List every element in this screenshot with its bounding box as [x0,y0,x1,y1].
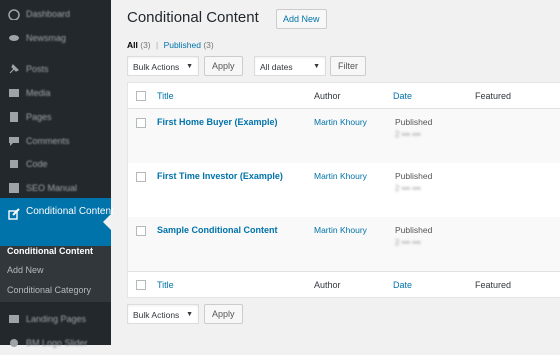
sidebar-item-label: Landing Pages [26,314,87,324]
admin-sidebar: Dashboard Newsmag Posts Media Pages Comm… [0,0,114,348]
sidebar-item-label: Conditional Content [26,206,114,217]
sidebar-item-bm-logo-slider[interactable]: BM Logo Slider [0,331,111,355]
sidebar-item-label: Media [26,88,51,98]
column-title[interactable]: Title [157,91,174,101]
sidebar-item-landing-pages[interactable]: Landing Pages [0,307,111,331]
row-author-link[interactable]: Martin Khoury [314,225,367,235]
apply-button-bottom[interactable]: Apply [204,304,243,324]
view-all-link[interactable]: All (3) [127,40,151,50]
seo-icon [7,182,21,194]
newsmag-icon [7,32,21,44]
bulk-actions-value: Bulk Actions [133,310,180,320]
submenu-conditional-category[interactable]: Conditional Category [7,285,91,295]
column-author-footer: Author [314,280,341,290]
sidebar-item-comments[interactable]: Comments [0,129,111,153]
row-title-link[interactable]: Sample Conditional Content [157,225,278,235]
sidebar-item-posts[interactable]: Posts [0,57,111,81]
table-row: Sample Conditional Content Martin Khoury… [128,217,560,271]
select-all-checkbox-footer[interactable] [136,280,146,290]
row-date: 2 ••• ••• [395,238,421,247]
table-row: First Home Buyer (Example) Martin Khoury… [128,109,560,163]
column-date-footer[interactable]: Date [393,280,412,290]
sidebar-item-label: BM Logo Slider [26,338,88,348]
sidebar-item-conditional-content[interactable]: Conditional Content [0,198,114,246]
row-status: Published [395,117,433,127]
row-author-link[interactable]: Martin Khoury [314,171,367,181]
row-checkbox[interactable] [136,118,146,128]
sidebar-item-label: Comments [26,136,70,146]
bulk-actions-select[interactable]: Bulk Actions ▼ [127,56,199,76]
select-all-checkbox[interactable] [136,91,146,101]
pages-icon [7,111,21,123]
row-author-link[interactable]: Martin Khoury [314,117,367,127]
sidebar-item-label: SEO Manual [26,183,78,193]
view-published-link[interactable]: Published (3) [164,40,214,50]
slider-icon [7,337,21,349]
sidebar-item-seo-manual[interactable]: SEO Manual [0,176,111,200]
view-separator: | [156,40,159,50]
row-status: Published [395,171,433,181]
table-header: Title Author Date Featured [128,83,560,109]
chevron-down-icon: ▼ [313,63,320,70]
apply-button[interactable]: Apply [204,56,243,76]
active-indicator-arrow [103,214,111,230]
row-title-link[interactable]: First Time Investor (Example) [157,171,283,181]
column-author: Author [314,91,341,101]
add-new-button[interactable]: Add New [276,9,327,29]
sidebar-item-pages[interactable]: Pages [0,105,111,129]
sidebar-item-label: Pages [26,112,52,122]
bulk-actions-value: Bulk Actions [133,62,180,72]
table-footer: Title Author Date Featured [128,271,560,298]
column-title-footer[interactable]: Title [157,280,174,290]
row-title-link[interactable]: First Home Buyer (Example) [157,117,278,127]
submenu-add-new[interactable]: Add New [7,265,44,275]
edit-icon [7,208,21,220]
posts-table: Title Author Date Featured First Home Bu… [127,82,560,298]
row-status: Published [395,225,433,235]
sidebar-item-newsmag[interactable]: Newsmag [0,26,111,50]
sidebar-submenu: Conditional Content Add New Conditional … [0,246,111,302]
sidebar-item-label: Dashboard [26,9,71,19]
pin-icon [7,63,21,75]
row-date: 2 ••• ••• [395,184,421,193]
sidebar-item-code[interactable]: Code [0,152,111,176]
code-icon [7,158,21,170]
chevron-down-icon: ▼ [186,63,193,70]
comments-icon [7,135,21,147]
row-date: 2 ••• ••• [395,130,421,139]
row-checkbox[interactable] [136,172,146,182]
column-featured: Featured [475,91,512,101]
dates-select[interactable]: All dates ▼ [254,56,326,76]
media-icon [7,87,21,99]
row-checkbox[interactable] [136,226,146,236]
landing-icon [7,313,21,325]
submenu-conditional-content[interactable]: Conditional Content [7,246,93,256]
filter-button[interactable]: Filter [330,56,366,76]
dashboard-icon [7,8,21,20]
bulk-actions-select-bottom[interactable]: Bulk Actions ▼ [127,304,199,324]
dates-value: All dates [260,62,293,72]
sidebar-item-dashboard[interactable]: Dashboard [0,2,111,26]
sidebar-item-label: Code [26,159,48,169]
sidebar-item-label: Newsmag [26,33,67,43]
column-date[interactable]: Date [393,91,412,101]
sidebar-item-media[interactable]: Media [0,81,111,105]
sidebar-item-label: Posts [26,64,49,74]
page-title: Conditional Content [127,9,259,26]
table-row: First Time Investor (Example) Martin Kho… [128,163,560,217]
column-featured-footer: Featured [475,280,512,290]
main-content: Conditional Content Add New All (3) | Pu… [111,0,560,345]
chevron-down-icon: ▼ [186,311,193,318]
view-filters: All (3) | Published (3) [127,40,214,50]
